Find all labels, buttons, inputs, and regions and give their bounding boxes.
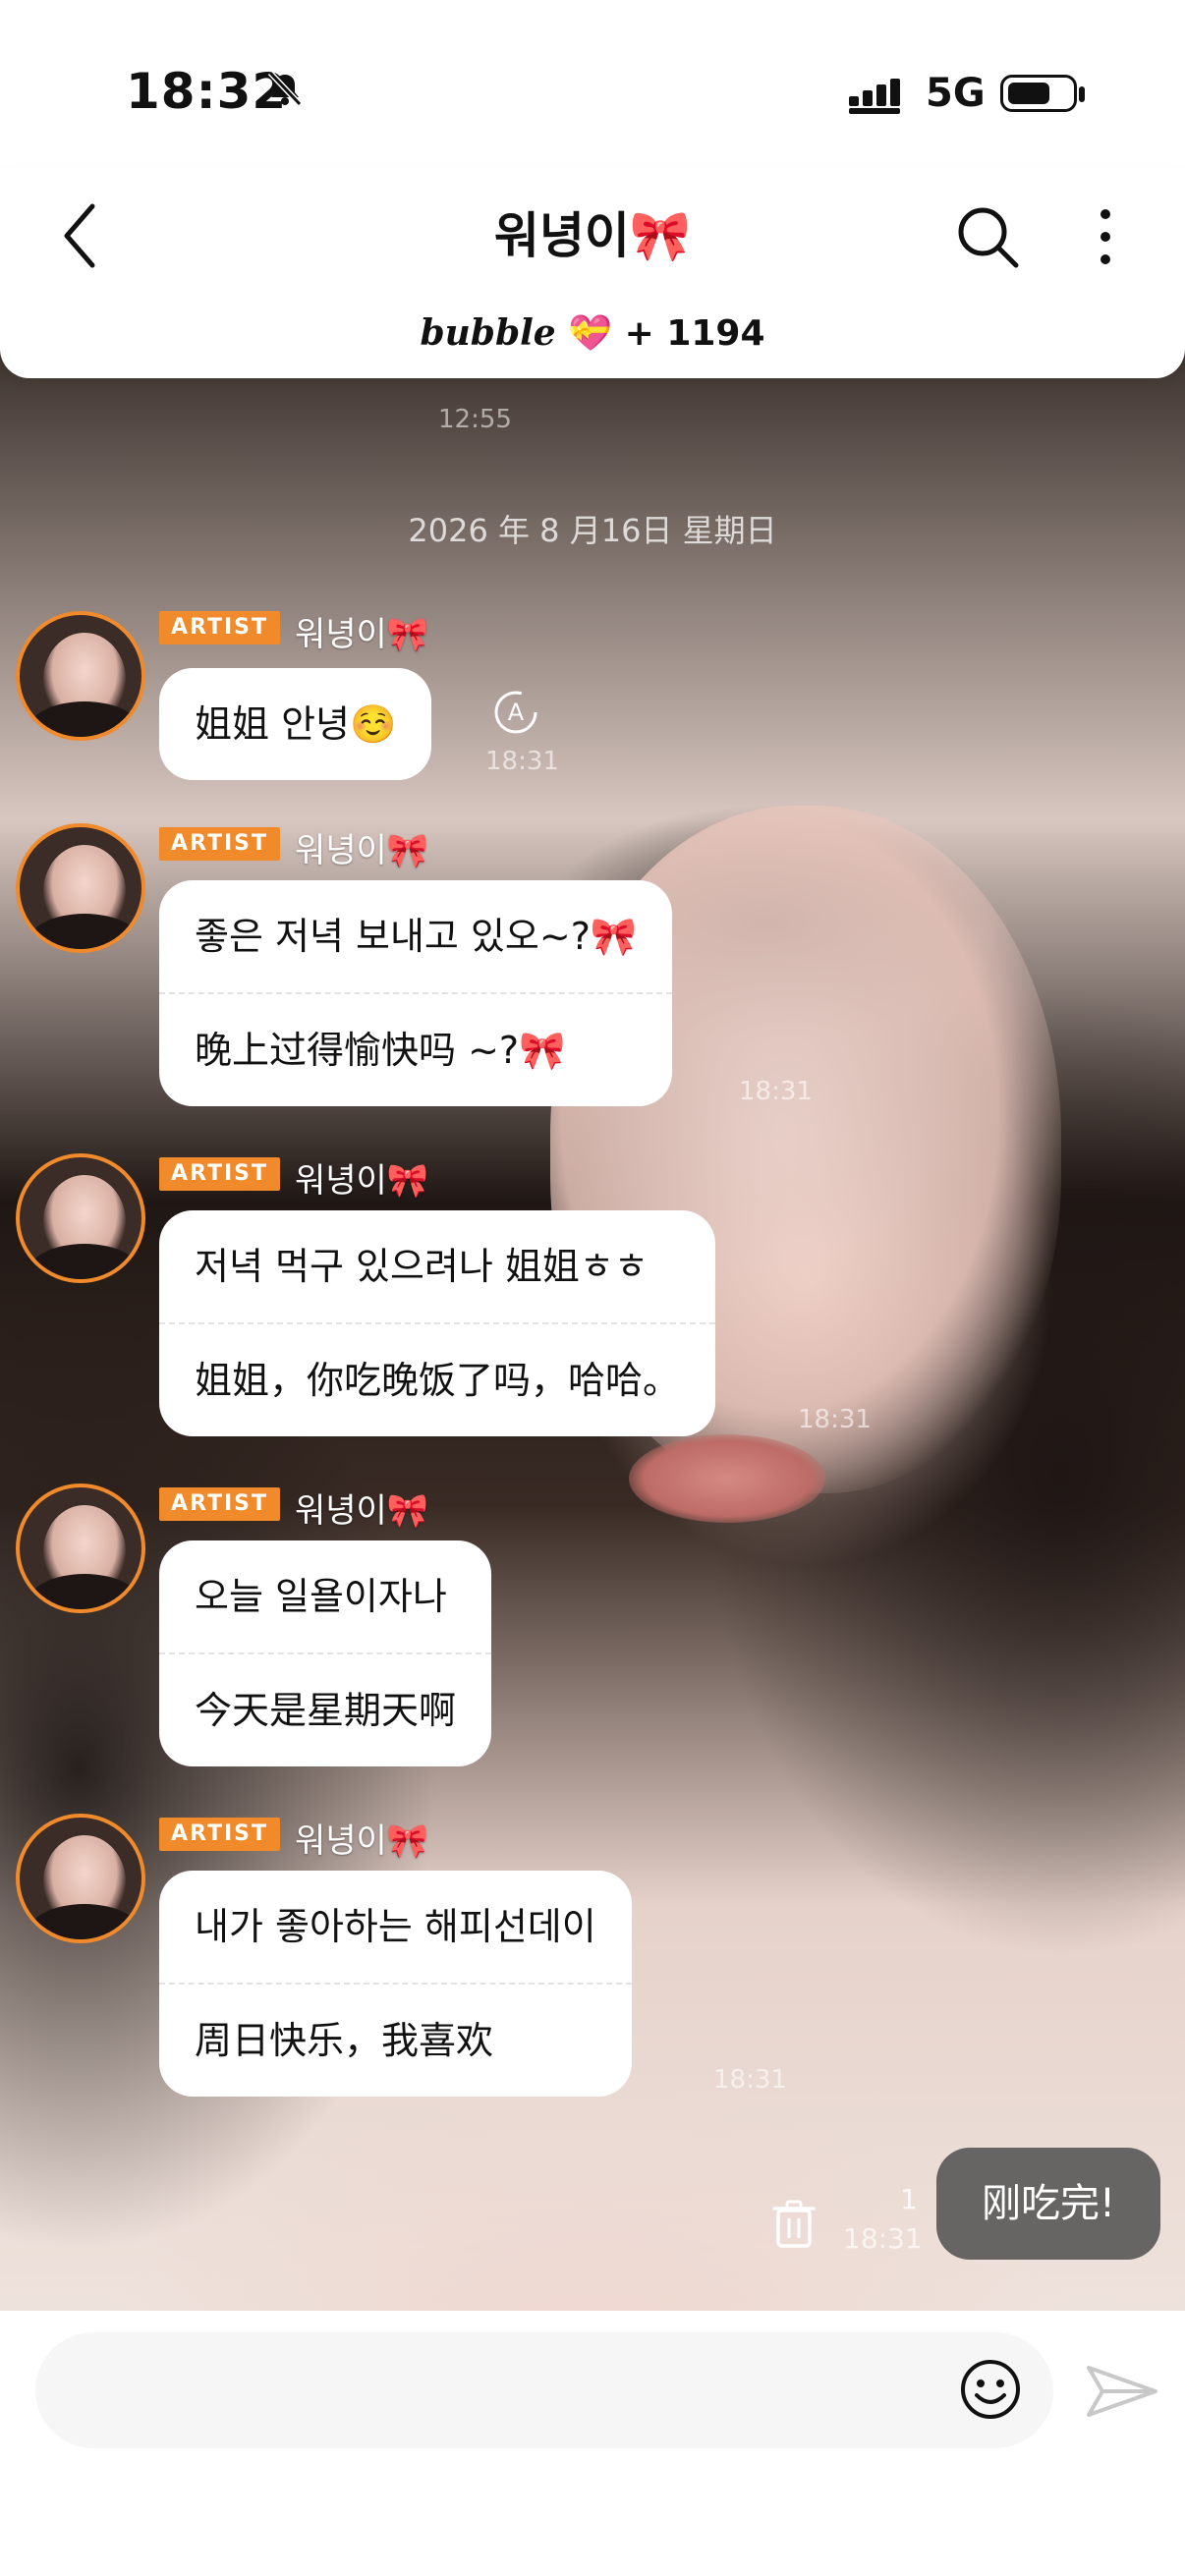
battery-tip <box>1079 86 1085 102</box>
message-group: ARTIST 워녕이🎀 오늘 일욜이자나 今天是星期天啊 <box>0 1484 1185 1778</box>
search-icon[interactable] <box>953 202 1022 271</box>
message-bubble[interactable]: 내가 좋아하는 해피선데이 周日快乐，我喜欢 <box>159 1871 632 2097</box>
unread-count: 1 <box>900 2183 918 2215</box>
sender-name: 워녕이🎀 <box>295 831 429 870</box>
avatar[interactable] <box>16 823 145 953</box>
message-text: 오늘 일욜이자나 <box>195 1575 447 1618</box>
message-time: 18:31 <box>485 747 559 776</box>
translate-icon[interactable]: A <box>491 688 540 737</box>
message-time: 18:31 <box>798 1405 872 1434</box>
mute-icon <box>267 70 303 107</box>
emoji-icon[interactable] <box>959 2358 1022 2421</box>
artist-badge: ARTIST <box>159 1157 281 1191</box>
sender-name: 워녕이🎀 <box>295 615 429 654</box>
message-translation: 晚上过得愉快吗 ~?🎀 <box>159 992 673 1106</box>
status-time: 18:32 <box>126 63 288 120</box>
bubble-brand: bubble <box>420 312 556 354</box>
sender-name: 워녕이🎀 <box>295 1491 429 1531</box>
date-divider: 2026 年 8 月16日 星期日 <box>408 512 777 549</box>
message-group: ARTIST 워녕이🎀 저녁 먹구 있으려나 姐姐ㅎㅎ 姐姐，你吃晚饭了吗，哈哈… <box>0 1153 1185 1448</box>
subscriber-count: + 1194 <box>624 313 765 354</box>
avatar[interactable] <box>16 1153 145 1283</box>
subscriber-line: bubble 💝 + 1194 <box>0 312 1185 354</box>
faded-timestamp: 12:55 <box>438 405 512 434</box>
chat-header: 워녕이🎀 bubble 💝 + 1194 <box>0 167 1185 378</box>
artist-badge: ARTIST <box>159 1487 281 1521</box>
artist-badge: ARTIST <box>159 1818 281 1851</box>
message-text: 저녁 먹구 있으려나 姐姐ㅎㅎ <box>195 1245 649 1288</box>
sender-name: 워녕이🎀 <box>295 1161 429 1201</box>
message-translation: 今天是星期天啊 <box>159 1652 492 1766</box>
artist-badge: ARTIST <box>159 611 281 644</box>
message-translation: 姐姐，你吃晚饭了吗，哈哈。 <box>159 1322 716 1436</box>
message-bubble[interactable]: 姐姐 안녕☺️ <box>159 668 432 780</box>
message-text: 姐姐 안녕☺️ <box>195 702 397 746</box>
message-group: ARTIST 워녕이🎀 좋은 저녁 보내고 있오~?🎀 晚上过得愉快吗 ~?🎀 … <box>0 823 1185 1118</box>
trash-icon[interactable] <box>772 2199 816 2250</box>
battery-icon <box>1000 75 1077 112</box>
my-message-bubble[interactable]: 刚吃完! <box>936 2148 1160 2260</box>
avatar[interactable] <box>16 1484 145 1613</box>
avatar[interactable] <box>16 1814 145 1943</box>
message-bubble[interactable]: 좋은 저녁 보내고 있오~?🎀 晚上过得愉快吗 ~?🎀 <box>159 880 673 1106</box>
message-text: 좋은 저녁 보내고 있오~?🎀 <box>195 915 638 958</box>
message-group: ARTIST 워녕이🎀 내가 좋아하는 해피선데이 周日快乐，我喜欢 18:31 <box>0 1814 1185 2108</box>
message-bubble[interactable]: 저녁 먹구 있으려나 姐姐ㅎㅎ 姐姐，你吃晚饭了吗，哈哈。 <box>159 1210 716 1436</box>
more-icon[interactable] <box>1091 202 1120 271</box>
network-label: 5G <box>926 71 986 116</box>
heart-icon: 💝 <box>568 313 613 354</box>
avatar[interactable] <box>16 611 145 741</box>
message-bubble[interactable]: 오늘 일욜이자나 今天是星期天啊 <box>159 1540 492 1766</box>
message-text: 내가 좋아하는 해피선데이 <box>195 1905 596 1948</box>
status-bar: 18:32 5G <box>0 0 1185 167</box>
message-time: 18:31 <box>739 1077 813 1106</box>
message-input[interactable] <box>35 2332 1053 2448</box>
message-time: 18:31 <box>713 2065 787 2095</box>
message-translation: 周日快乐，我喜欢 <box>159 1983 632 2097</box>
send-icon[interactable] <box>1085 2362 1159 2421</box>
my-message-time: 18:31 <box>843 2222 923 2255</box>
svg-text:A: A <box>508 699 525 726</box>
artist-badge: ARTIST <box>159 827 281 861</box>
message-group: ARTIST 워녕이🎀 姐姐 안녕☺️ A 18:31 <box>0 611 1185 780</box>
input-bar <box>0 2311 1185 2576</box>
signal-icon <box>849 79 900 114</box>
sender-name: 워녕이🎀 <box>295 1821 429 1861</box>
